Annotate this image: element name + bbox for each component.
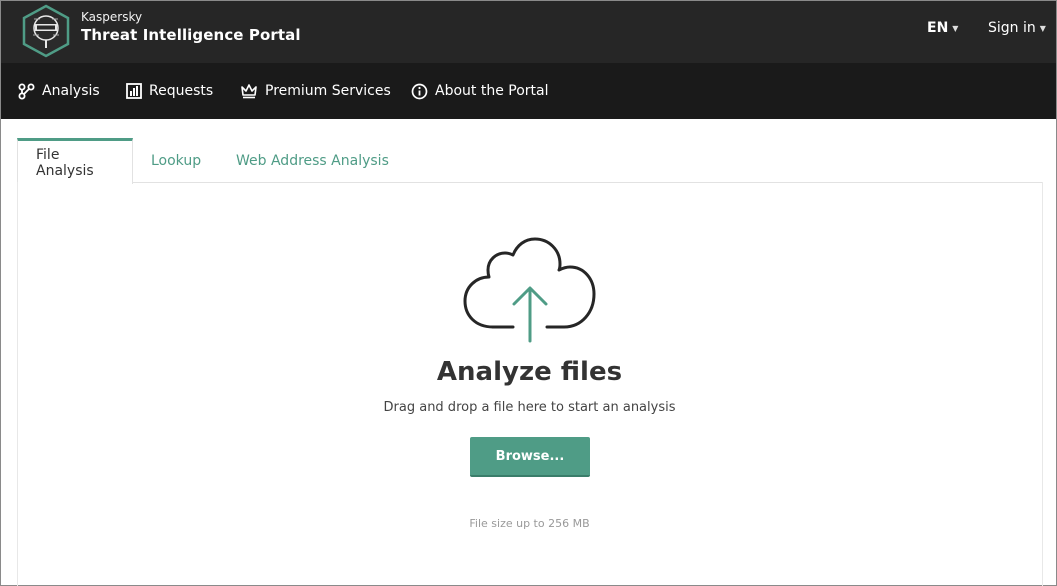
language-selector[interactable]: EN ▼: [927, 20, 958, 36]
upload-title: Analyze files: [436, 357, 623, 387]
caret-down-icon: ▼: [952, 23, 959, 33]
tab-label: Lookup: [151, 152, 202, 169]
nav-item-analysis[interactable]: Analysis: [18, 63, 100, 119]
kaspersky-logo-icon[interactable]: [20, 4, 72, 58]
browse-button[interactable]: Browse...: [470, 437, 590, 477]
brand-title: Threat Intelligence Portal: [81, 26, 301, 44]
tab-label: File Analysis: [36, 146, 94, 179]
sign-in-menu[interactable]: Sign in ▼: [988, 20, 1046, 36]
nav-label: Analysis: [42, 83, 100, 99]
analysis-tabs: File Analysis Lookup Web Address Analysi…: [17, 138, 1043, 184]
caret-down-icon: ▼: [1039, 23, 1046, 33]
tab-label: Web Address Analysis: [236, 152, 389, 169]
analysis-graph-icon: [18, 83, 35, 99]
brand-small-label: Kaspersky: [81, 10, 143, 24]
nav-item-about-the-portal[interactable]: About the Portal: [411, 63, 549, 119]
tab-file-analysis[interactable]: File Analysis: [17, 138, 133, 184]
bar-chart-icon: [126, 83, 142, 99]
tab-web-address-analysis[interactable]: Web Address Analysis: [218, 138, 407, 183]
cloud-upload-icon: [463, 237, 597, 343]
tab-lookup[interactable]: Lookup: [133, 138, 219, 183]
nav-label: About the Portal: [435, 83, 549, 99]
crown-icon: [241, 84, 257, 99]
file-size-note: File size up to 256 MB: [469, 517, 590, 530]
main-nav: Analysis Requests Premium Services About…: [1, 63, 1056, 119]
upload-subtitle: Drag and drop a file here to start an an…: [383, 400, 676, 415]
nav-item-requests[interactable]: Requests: [126, 63, 213, 119]
brand[interactable]: Kaspersky Threat Intelligence Portal: [81, 10, 301, 46]
nav-label: Requests: [149, 83, 214, 99]
language-label: EN: [927, 20, 949, 36]
info-circle-icon: [411, 83, 428, 99]
nav-item-premium-services[interactable]: Premium Services: [240, 63, 391, 119]
sign-in-label: Sign in: [988, 20, 1036, 36]
top-header: Kaspersky Threat Intelligence Portal EN …: [1, 1, 1056, 63]
nav-label: Premium Services: [265, 83, 391, 99]
